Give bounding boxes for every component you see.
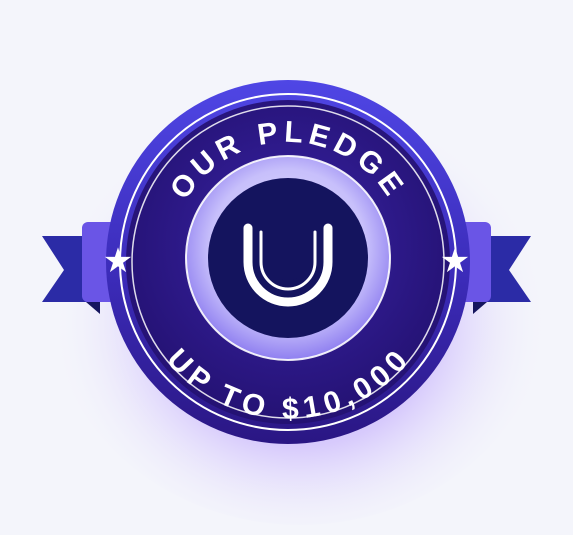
pledge-badge: ★ ★ OUR PLEDGE UP TO $10,000 xyxy=(42,75,550,525)
logo-circle xyxy=(208,178,368,338)
star-icon: ★ xyxy=(103,241,133,281)
pledge-badge-stage: ★ ★ OUR PLEDGE UP TO $10,000 xyxy=(0,0,573,535)
star-icon: ★ xyxy=(440,241,470,281)
